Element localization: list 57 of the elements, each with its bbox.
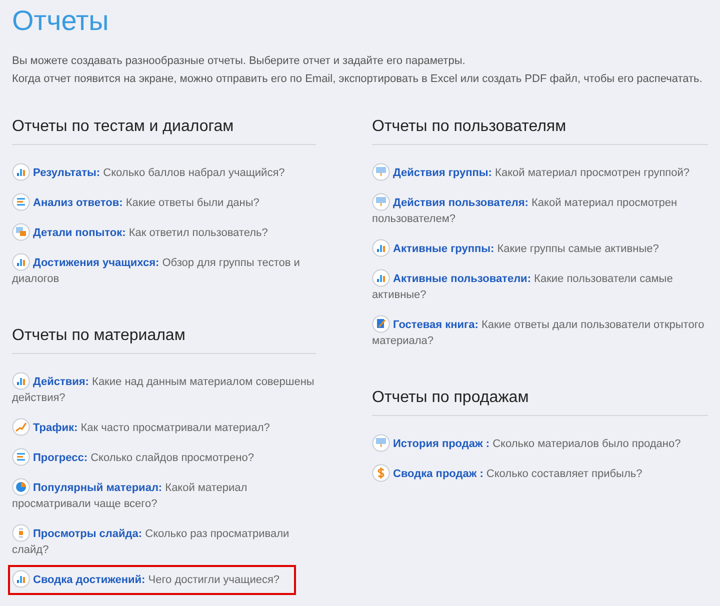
report-entry: Популярный материал: Какой материал просматривали чаще всего? [12, 480, 316, 512]
dollar-icon [372, 464, 390, 482]
report-link[interactable]: Гостевая книга: [393, 319, 478, 331]
report-entry: Достижения учащихся: Обзор для группы тестов и диалогов [12, 255, 316, 287]
report-link[interactable]: Действия: [33, 376, 89, 388]
report-link[interactable]: Результаты: [33, 167, 100, 179]
bar-chart-icon [12, 252, 30, 271]
report-link[interactable]: Действия группы: [393, 167, 492, 179]
report-link[interactable]: Популярный материал: [33, 482, 162, 494]
report-link[interactable]: Сводка достижений: [33, 574, 146, 586]
bar-chart-icon [12, 570, 30, 588]
bar-chart-icon [372, 268, 390, 287]
report-link[interactable]: Прогресс: [33, 452, 88, 464]
report-entry: Просмотры слайда: Сколько раз просматривали слайд? [12, 526, 316, 558]
overlapping-squares-icon [12, 222, 30, 241]
report-link[interactable]: Действия пользователя: [393, 197, 528, 209]
report-entry: Действия пользователя: Какой материал просмотрен пользователем? [372, 195, 708, 227]
section-heading: Отчеты по пользователям [372, 118, 708, 145]
report-link[interactable]: Трафик: [33, 422, 78, 434]
screen-icon [372, 162, 390, 181]
report-entry: Результаты: Сколько баллов набрал учащийся? [12, 165, 285, 181]
report-entry: Трафик: Как часто просматривали материал? [12, 420, 270, 436]
pie-chart-icon [12, 478, 30, 496]
section-heading: Отчеты по продажам [372, 389, 708, 416]
report-entry: Детали попыток: Как ответил пользователь? [12, 225, 268, 241]
report-link[interactable]: Активные группы: [393, 243, 494, 255]
report-link[interactable]: История продаж : [393, 438, 490, 450]
screen-icon [372, 192, 390, 211]
page-title: Отчеты [12, 4, 110, 38]
report-link[interactable]: Достижения учащихся: [33, 257, 160, 269]
intro-text: Вы можете создавать разнообразные отчеты. Выберите отчет и задайте его параметры. [12, 54, 466, 69]
report-entry: Анализ ответов: Какие ответы были даны? [12, 195, 260, 211]
slide-icon [12, 524, 30, 542]
bar-chart-icon [12, 162, 30, 181]
bar-lines-icon [12, 192, 30, 211]
bar-chart-icon [372, 238, 390, 257]
section-heading: Отчеты по тестам и диалогам [12, 118, 316, 145]
report-entry: Сводка продаж : Сколько составляет прибыль? [372, 466, 642, 482]
section-heading: Отчеты по материалам [12, 327, 316, 354]
screen-icon [372, 434, 390, 452]
report-link[interactable]: Сводка продаж : [393, 468, 484, 480]
report-entry: История продаж : Сколько материалов было продано? [372, 436, 681, 452]
report-link[interactable]: Детали попыток: [33, 227, 126, 239]
report-entry: Действия: Какие над данным материалом совершены действия? [12, 374, 316, 406]
bar-chart-icon [12, 372, 30, 390]
bar-lines-icon [12, 448, 30, 466]
report-entry: Активные пользователи: Какие пользователи самые активные? [372, 271, 708, 303]
report-link[interactable]: Активные пользователи: [393, 273, 531, 285]
report-link[interactable]: Просмотры слайда: [33, 528, 142, 540]
report-entry: Прогресс: Сколько слайдов просмотрено? [12, 450, 254, 466]
report-entry: Гостевая книга: Какие ответы дали пользователи открытого материала? [372, 317, 708, 349]
notebook-icon [372, 314, 390, 333]
intro-text: Когда отчет появится на экране, можно отправить его по Email, экспортировать в Excel или создать PDF файл, чтобы его распечатать. [12, 72, 704, 87]
report-entry: Сводка достижений: Чего достигли учащиеся? [12, 572, 280, 588]
report-entry: Активные группы: Какие группы самые активные? [372, 241, 659, 257]
report-link[interactable]: Анализ ответов: [33, 197, 123, 209]
report-entry: Действия группы: Какой материал просмотрен группой? [372, 165, 690, 181]
